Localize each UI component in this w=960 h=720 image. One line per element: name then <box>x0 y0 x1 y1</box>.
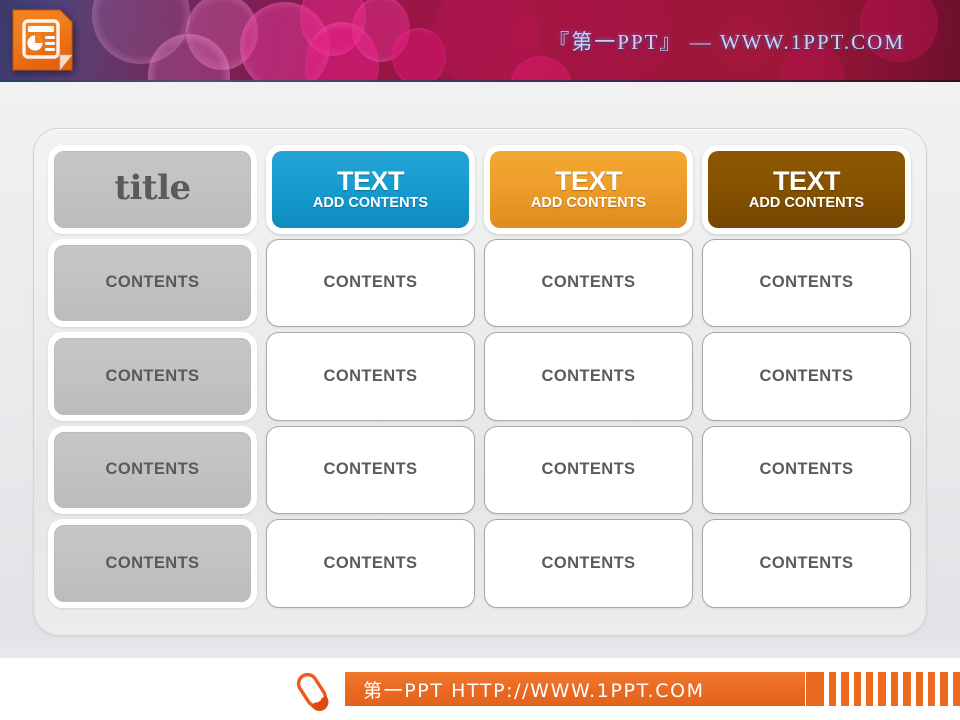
footer-stripe <box>903 672 911 706</box>
bokeh-decoration <box>305 22 379 82</box>
bokeh-decoration <box>352 0 410 62</box>
table-row[interactable]: CONTENTS <box>484 332 693 421</box>
table-cell: CONTENTS <box>266 238 475 327</box>
header-sub-label: ADD CONTENTS <box>312 195 429 212</box>
table-cell-label: CONTENTS <box>105 553 200 572</box>
table-row[interactable]: CONTENTS <box>266 519 475 608</box>
table-cell-label: CONTENTS <box>541 553 636 572</box>
footer-stripe <box>806 672 824 706</box>
table-row[interactable]: CONTENTS <box>266 332 475 421</box>
header-sub-label: ADD CONTENTS <box>748 195 865 212</box>
table-row[interactable]: CONTENTS <box>48 238 257 327</box>
table-cell: CONTENTS <box>266 519 475 608</box>
table-row[interactable]: CONTENTS <box>702 425 911 514</box>
footer-stripe <box>866 672 874 706</box>
footer-stripe <box>853 672 862 706</box>
table-cell-label: CONTENTS <box>323 460 418 479</box>
powerpoint-logo-icon <box>12 9 73 71</box>
header-title: 『第一PPT』 — WWW.1PPT.COM <box>548 30 905 54</box>
bokeh-decoration <box>240 2 330 82</box>
pen-icon <box>296 672 329 712</box>
header-main-label: TEXT <box>336 165 405 196</box>
table-row[interactable]: CONTENTS <box>484 425 693 514</box>
footer-stripe <box>952 672 960 706</box>
table-header-cell-inner: TEXT ADD CONTENTS <box>490 151 687 228</box>
bokeh-decoration <box>92 0 190 64</box>
table-cell: CONTENTS <box>484 519 693 608</box>
table-row[interactable]: CONTENTS <box>702 332 911 421</box>
header-main-label: TEXT <box>554 165 623 196</box>
bokeh-decoration <box>186 0 258 70</box>
table-cell: CONTENTS <box>54 244 251 321</box>
footer-url-label: 第一PPT HTTP://WWW.1PPT.COM <box>363 679 705 702</box>
footer-stripe <box>940 672 948 706</box>
table-cell: CONTENTS <box>702 519 911 608</box>
table-header-cell-inner: title <box>54 151 251 228</box>
bokeh-decoration <box>148 34 230 82</box>
table-cell-label: CONTENTS <box>323 366 418 385</box>
footer-url-bar[interactable]: 第一PPT HTTP://WWW.1PPT.COM <box>345 672 805 706</box>
header-sub-label: ADD CONTENTS <box>530 195 647 212</box>
table-row[interactable]: CONTENTS <box>702 238 911 327</box>
footer-stripe <box>890 672 899 706</box>
table-cell-label: CONTENTS <box>759 366 854 385</box>
table-header-cell-brown[interactable]: TEXT ADD CONTENTS <box>702 145 911 234</box>
footer-bar-container: 第一PPT HTTP://WWW.1PPT.COM <box>0 658 960 720</box>
table-row[interactable]: CONTENTS <box>266 238 475 327</box>
table-header-cell-inner: TEXT ADD CONTENTS <box>708 151 905 228</box>
footer-stripe <box>878 672 886 706</box>
table-cell-label: CONTENTS <box>759 273 854 292</box>
table-cell-label: CONTENTS <box>323 273 418 292</box>
header-main-label: TEXT <box>772 165 841 196</box>
table-cell-label: CONTENTS <box>105 460 200 479</box>
table-cell-label: CONTENTS <box>105 366 200 385</box>
table-row[interactable]: CONTENTS <box>48 425 257 514</box>
table-cell: CONTENTS <box>54 338 251 415</box>
table-header-cell-inner: TEXT ADD CONTENTS <box>272 151 469 228</box>
table-row[interactable]: CONTENTS <box>48 332 257 421</box>
table-row[interactable]: CONTENTS <box>484 238 693 327</box>
table-cell: CONTENTS <box>702 332 911 421</box>
bokeh-decoration <box>300 0 366 56</box>
table-cell-label: CONTENTS <box>323 553 418 572</box>
table-row[interactable]: CONTENTS <box>266 425 475 514</box>
table-cell: CONTENTS <box>702 425 911 514</box>
table-title-label: title <box>114 168 191 209</box>
table-cell: CONTENTS <box>54 525 251 602</box>
table-header-cell-orange[interactable]: TEXT ADD CONTENTS <box>484 145 693 234</box>
table-cell: CONTENTS <box>54 431 251 508</box>
table-cell: CONTENTS <box>266 425 475 514</box>
table-cell: CONTENTS <box>484 238 693 327</box>
bokeh-decoration <box>392 28 446 82</box>
table-row[interactable]: CONTENTS <box>484 519 693 608</box>
table-cell-label: CONTENTS <box>105 273 200 292</box>
table-header-cell-title[interactable]: title <box>48 145 257 234</box>
footer-stripes-decoration <box>806 672 960 706</box>
footer-stripe <box>841 672 849 706</box>
table-cell-label: CONTENTS <box>759 553 854 572</box>
footer-stripe <box>829 672 837 706</box>
footer-stripe <box>915 672 923 706</box>
table-row[interactable]: CONTENTS <box>48 519 257 608</box>
bokeh-decoration <box>510 56 572 82</box>
table-row[interactable]: CONTENTS <box>702 519 911 608</box>
table-cell-label: CONTENTS <box>759 460 854 479</box>
table-cell: CONTENTS <box>702 238 911 327</box>
footer-stripe <box>927 672 936 706</box>
table-cell-label: CONTENTS <box>541 366 636 385</box>
table-cell-label: CONTENTS <box>541 460 636 479</box>
table-header-cell-blue[interactable]: TEXT ADD CONTENTS <box>266 145 475 234</box>
header-divider <box>0 80 960 82</box>
contents-table: title TEXT ADD CONTENTS TEXT ADD CONTENT… <box>48 145 912 619</box>
slide-canvas: 『第一PPT』 — WWW.1PPT.COM title TEXT ADD CO… <box>0 0 960 720</box>
table-cell: CONTENTS <box>484 332 693 421</box>
bokeh-decoration <box>432 0 540 82</box>
header-banner: 『第一PPT』 — WWW.1PPT.COM <box>0 0 960 82</box>
table-cell: CONTENTS <box>484 425 693 514</box>
table-cell: CONTENTS <box>266 332 475 421</box>
table-cell-label: CONTENTS <box>541 273 636 292</box>
